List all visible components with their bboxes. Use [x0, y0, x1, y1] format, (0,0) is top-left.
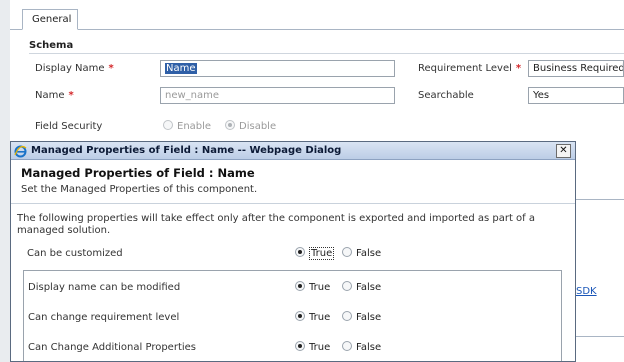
required-marker: * — [108, 63, 114, 74]
can-be-customized-false-option[interactable]: False — [342, 247, 381, 259]
false-label: False — [356, 342, 382, 353]
can-be-customized-true-option[interactable]: True — [295, 247, 335, 260]
requirement-level-label-text: Requirement Level — [418, 63, 512, 74]
disable-label: Disable — [239, 121, 277, 132]
field-security-disable-option[interactable]: Disable — [225, 120, 276, 132]
section-title-schema: Schema — [29, 40, 74, 51]
false-label: False — [356, 282, 382, 293]
requirement-level-label: Requirement Level * — [418, 63, 521, 74]
false-label: False — [356, 312, 382, 323]
close-button[interactable]: ✕ — [556, 144, 571, 158]
display-name-label-text: Display Name — [35, 63, 105, 74]
required-marker: * — [68, 90, 74, 101]
additional-properties-false-option[interactable]: False — [342, 341, 381, 353]
prop-label-display-name: Display name can be modified — [28, 282, 181, 293]
display-name-value: Name — [165, 63, 197, 74]
enable-label: Enable — [177, 121, 212, 132]
internet-explorer-icon — [14, 145, 27, 158]
true-radio[interactable] — [295, 341, 305, 351]
tab-general[interactable]: General — [22, 9, 78, 30]
managed-properties-dialog: Managed Properties of Field : Name -- We… — [10, 141, 576, 362]
dialog-subheading: Set the Managed Properties of this compo… — [21, 184, 258, 195]
true-label: True — [309, 247, 335, 260]
display-name-false-option[interactable]: False — [342, 281, 381, 293]
true-label: True — [309, 282, 331, 293]
false-radio[interactable] — [342, 311, 352, 321]
background-divider — [576, 199, 624, 200]
name-label: Name * — [35, 90, 74, 101]
background-divider — [576, 336, 624, 337]
disable-radio[interactable] — [225, 120, 235, 130]
searchable-select[interactable]: Yes — [528, 87, 624, 104]
dialog-heading: Managed Properties of Field : Name — [21, 166, 255, 180]
section-divider — [29, 53, 624, 54]
false-radio[interactable] — [342, 247, 352, 257]
false-radio[interactable] — [342, 281, 352, 291]
name-input[interactable]: new_name — [160, 87, 395, 104]
field-security-label: Field Security — [35, 121, 103, 132]
dialog-title: Managed Properties of Field : Name -- We… — [31, 145, 342, 156]
true-radio[interactable] — [295, 281, 305, 291]
field-security-enable-option[interactable]: Enable — [163, 120, 211, 132]
requirement-level-select[interactable]: Business Required — [528, 60, 624, 77]
left-gutter — [0, 0, 10, 362]
dialog-title-bar[interactable]: Managed Properties of Field : Name -- We… — [11, 142, 575, 160]
requirement-level-false-option[interactable]: False — [342, 311, 381, 323]
requirement-level-true-option[interactable]: True — [295, 311, 330, 323]
dialog-info-text: The following properties will take effec… — [17, 213, 536, 236]
can-be-customized-label: Can be customized — [27, 248, 123, 259]
true-radio[interactable] — [295, 311, 305, 321]
searchable-label: Searchable — [418, 90, 474, 101]
prop-label-requirement-level: Can change requirement level — [28, 312, 180, 323]
sdk-link[interactable]: SDK — [576, 286, 597, 297]
enable-radio[interactable] — [163, 120, 173, 130]
tab-strip-border — [10, 29, 624, 30]
true-radio[interactable] — [295, 247, 305, 257]
true-label: True — [309, 312, 331, 323]
false-label: False — [356, 248, 382, 259]
display-name-label: Display Name * — [35, 63, 114, 74]
false-radio[interactable] — [342, 341, 352, 351]
display-name-true-option[interactable]: True — [295, 281, 330, 293]
display-name-input[interactable]: Name — [160, 60, 395, 77]
name-label-text: Name — [35, 90, 65, 101]
true-label: True — [309, 342, 331, 353]
required-marker: * — [515, 63, 522, 74]
name-placeholder: new_name — [165, 90, 220, 101]
additional-properties-true-option[interactable]: True — [295, 341, 330, 353]
prop-label-additional-properties: Can Change Additional Properties — [28, 342, 197, 353]
